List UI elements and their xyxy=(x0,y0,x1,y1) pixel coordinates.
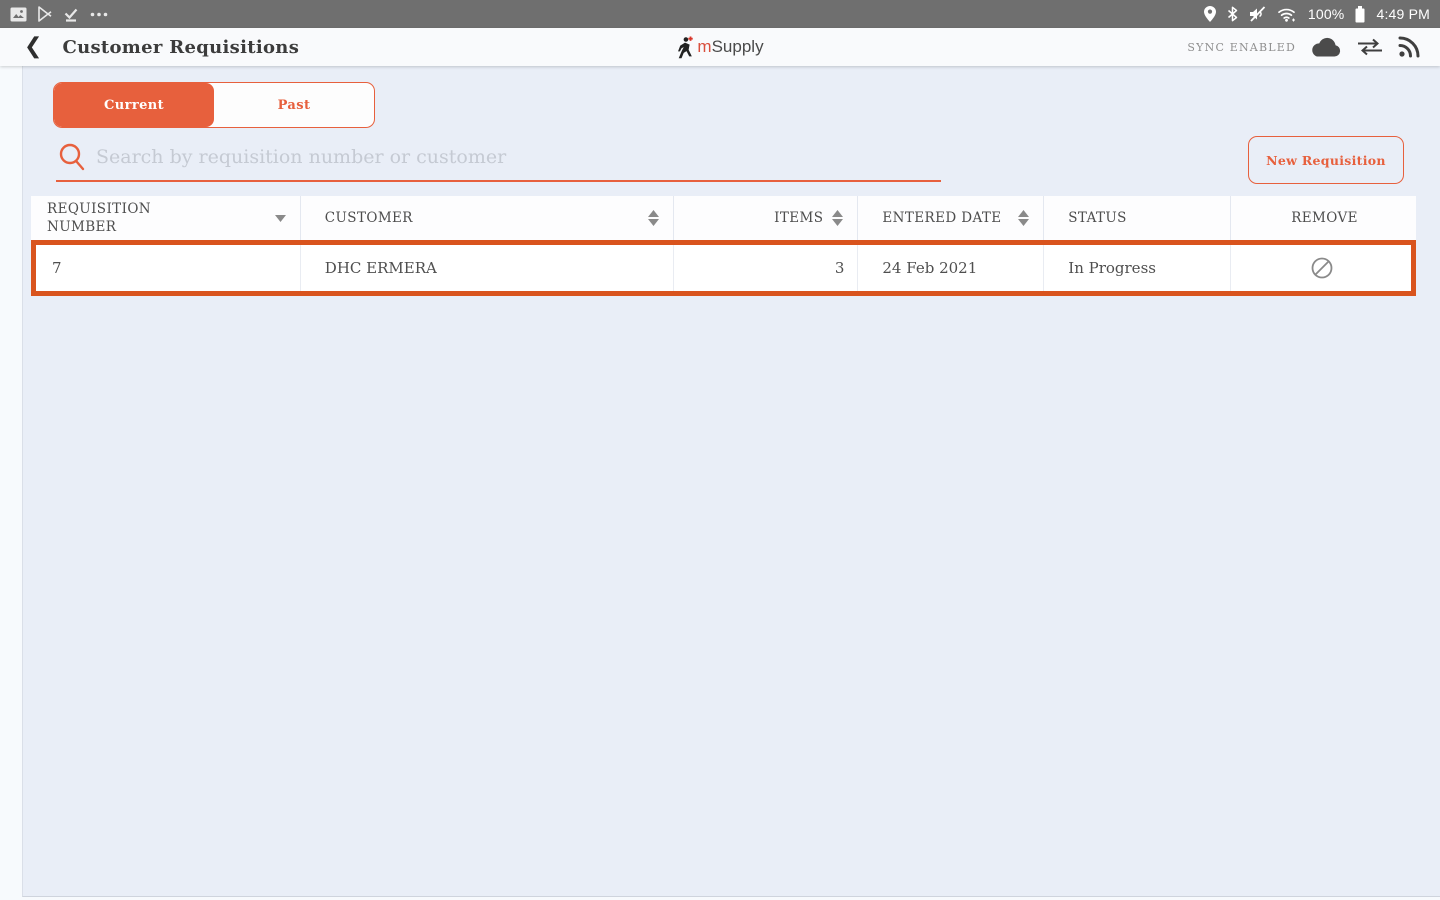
cell-items: 3 xyxy=(674,245,859,291)
cancel-icon[interactable] xyxy=(1310,256,1334,280)
column-header-entered-date[interactable]: ENTERED DATE xyxy=(858,196,1044,240)
cell-customer: DHC ERMERA xyxy=(301,245,674,291)
column-header-remove: REMOVE xyxy=(1231,196,1416,240)
page-title: Customer Requisitions xyxy=(62,37,299,58)
battery-icon xyxy=(1355,6,1365,23)
column-header-customer[interactable]: CUSTOMER xyxy=(301,196,674,240)
requisition-row-highlighted[interactable]: 7 DHC ERMERA 3 24 Feb 2021 In Progress xyxy=(31,240,1416,296)
tab-past[interactable]: Past xyxy=(214,83,374,127)
play-store-icon xyxy=(38,6,52,22)
sort-desc-icon xyxy=(275,215,286,222)
cloud-icon[interactable] xyxy=(1310,36,1342,58)
search-box xyxy=(56,138,941,182)
logo-supply: Supply xyxy=(712,37,764,56)
tab-current[interactable]: Current xyxy=(54,83,214,127)
tab-bar: Current Past xyxy=(53,82,375,128)
battery-percent: 100% xyxy=(1308,6,1345,22)
rss-icon[interactable] xyxy=(1398,36,1422,58)
app-header: ❮ Customer Requisitions mSupply SYNC ENA… xyxy=(0,28,1440,66)
screen: 100% 4:49 PM ❮ Customer Requisitions mSu… xyxy=(0,0,1440,900)
sync-arrows-icon[interactable] xyxy=(1356,37,1384,57)
cell-remove[interactable] xyxy=(1231,245,1411,291)
column-header-requisition-number[interactable]: REQUISITION NUMBER xyxy=(31,196,301,240)
cell-entered-date: 24 Feb 2021 xyxy=(858,245,1044,291)
header-right: SYNC ENABLED xyxy=(1187,36,1422,58)
msupply-logo: mSupply xyxy=(676,35,763,59)
column-header-status: STATUS xyxy=(1044,196,1231,240)
cell-status: In Progress xyxy=(1044,245,1231,291)
column-header-items[interactable]: ITEMS xyxy=(674,196,859,240)
back-button[interactable]: ❮ xyxy=(18,36,48,58)
content-card: Current Past New Requisition REQUISITION… xyxy=(22,66,1440,897)
new-requisition-button[interactable]: New Requisition xyxy=(1248,136,1404,184)
screenshot-icon xyxy=(10,7,27,22)
search-row: New Requisition xyxy=(56,136,1404,184)
location-icon xyxy=(1204,6,1216,22)
wifi-icon xyxy=(1277,6,1297,22)
sync-status-label: SYNC ENABLED xyxy=(1187,41,1296,54)
more-notifications-icon xyxy=(90,12,108,17)
logo-text: mSupply xyxy=(697,37,763,57)
logo-m: m xyxy=(697,37,711,56)
search-input[interactable] xyxy=(96,146,941,168)
android-status-bar: 100% 4:49 PM xyxy=(0,0,1440,28)
mute-icon xyxy=(1249,6,1266,22)
cell-requisition-number: 7 xyxy=(36,245,301,291)
table-header-row: REQUISITION NUMBER CUSTOMER ITEMS xyxy=(31,196,1416,240)
msupply-runner-icon xyxy=(676,35,694,59)
status-bar-system: 100% 4:49 PM xyxy=(1204,6,1430,23)
sort-both-icon xyxy=(832,210,843,226)
requisitions-table: REQUISITION NUMBER CUSTOMER ITEMS xyxy=(31,196,1416,296)
status-bar-notifications xyxy=(10,6,108,22)
sort-both-icon xyxy=(1018,210,1029,226)
download-done-icon xyxy=(63,6,79,22)
search-icon xyxy=(58,142,86,172)
sort-both-icon xyxy=(648,210,659,226)
bluetooth-icon xyxy=(1227,6,1238,22)
status-bar-clock: 4:49 PM xyxy=(1376,6,1430,22)
